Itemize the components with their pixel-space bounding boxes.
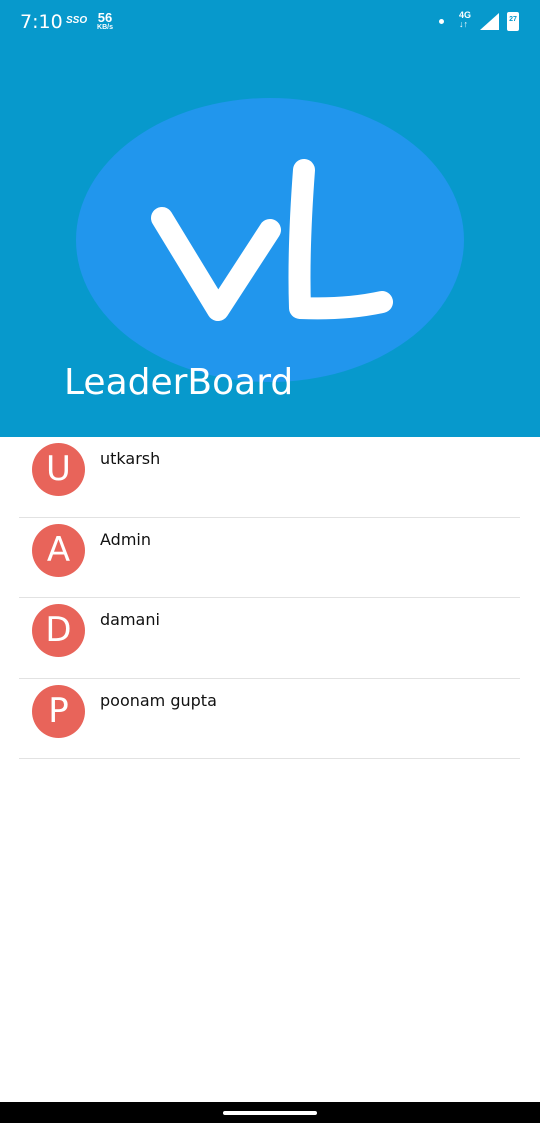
avatar: U [32, 443, 85, 496]
status-bar: 7:10 SSO 56 KB/s 4G ↓↑ 27 [0, 0, 540, 44]
home-indicator[interactable] [223, 1111, 317, 1115]
page-title: LeaderBoard [64, 362, 294, 403]
avatar: A [32, 523, 85, 577]
leaderboard-list: U utkarsh A Admin D damani P poonam gupt… [19, 437, 520, 759]
navigation-bar [0, 1102, 540, 1123]
leaderboard-row[interactable]: U utkarsh [19, 437, 520, 518]
leaderboard-row[interactable]: A Admin [19, 518, 520, 598]
status-time: 7:10 [20, 11, 63, 33]
sso-indicator: SSO [66, 15, 88, 26]
signal-strength-icon [480, 13, 499, 30]
battery-level: 27 [509, 16, 517, 23]
leaderboard-row[interactable]: D damani [19, 598, 520, 679]
header-banner: 7:10 SSO 56 KB/s 4G ↓↑ 27 LeaderBoard [0, 0, 540, 437]
network-speed: 56 KB/s [94, 11, 116, 31]
data-arrows-icon: ↓↑ [459, 19, 468, 29]
avatar: D [32, 604, 85, 657]
user-name: poonam gupta [100, 690, 217, 710]
user-name: damani [100, 610, 160, 629]
avatar: P [32, 684, 85, 738]
screen: 7:10 SSO 56 KB/s 4G ↓↑ 27 LeaderBoard U … [0, 0, 540, 1123]
network-speed-unit: KB/s [97, 24, 113, 31]
user-name: Admin [100, 529, 151, 549]
user-name: utkarsh [100, 449, 161, 468]
leaderboard-row[interactable]: P poonam gupta [19, 679, 520, 759]
notification-dot-icon [439, 19, 444, 24]
network-type-icon: 4G ↓↑ [459, 11, 471, 29]
network-speed-value: 56 [97, 10, 113, 25]
battery-icon: 27 [507, 12, 519, 31]
app-logo-mark-icon [151, 159, 393, 321]
